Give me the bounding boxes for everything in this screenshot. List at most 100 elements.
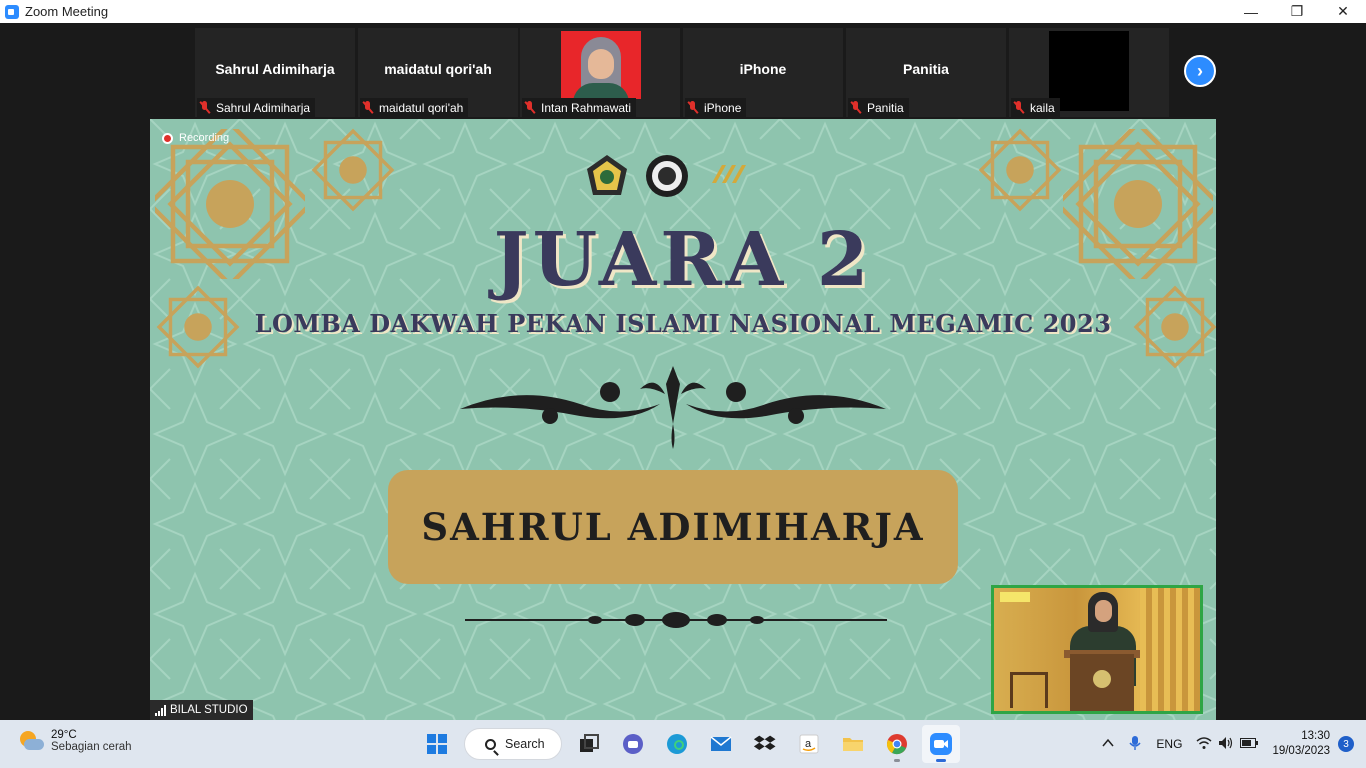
participant-label: iPhone bbox=[685, 98, 747, 117]
system-tray: ENG 13:30 19/03/2023 3 bbox=[1102, 720, 1366, 768]
participant-name: Panitia bbox=[867, 100, 904, 115]
participant-label: Panitia bbox=[848, 98, 909, 117]
speaker-name: BILAL STUDIO bbox=[170, 704, 248, 716]
edge-icon bbox=[667, 734, 687, 754]
zoom-icon bbox=[930, 733, 952, 755]
megamic-logo-icon bbox=[712, 165, 746, 183]
partly-sunny-icon bbox=[18, 728, 44, 754]
active-speaker-label: BILAL STUDIO bbox=[150, 700, 253, 720]
clock-date: 19/03/2023 bbox=[1272, 745, 1330, 757]
weather-temp: 29°C bbox=[51, 729, 77, 741]
taskbar-search[interactable]: Search bbox=[464, 728, 562, 760]
amazon-button[interactable]: a bbox=[790, 725, 828, 763]
restore-button[interactable]: ❐ bbox=[1274, 0, 1320, 23]
flourish-ornament-icon bbox=[460, 366, 886, 449]
show-hidden-icons-button[interactable] bbox=[1102, 737, 1114, 752]
zoom-app-icon bbox=[5, 4, 19, 19]
wifi-button[interactable] bbox=[1196, 736, 1212, 753]
battery-icon bbox=[1240, 738, 1259, 748]
close-button[interactable]: ✕ bbox=[1320, 0, 1366, 23]
clock[interactable]: 13:30 19/03/2023 bbox=[1272, 729, 1330, 759]
recording-icon bbox=[162, 132, 173, 144]
microphone-button[interactable] bbox=[1128, 735, 1142, 754]
winner-name: SAHRUL ADIMIHARJA bbox=[421, 505, 925, 549]
amazon-icon: a bbox=[799, 734, 819, 754]
participant-label: Intan Rahmawati bbox=[522, 98, 637, 117]
participant-name: kaila bbox=[1030, 100, 1055, 115]
chevron-right-icon: › bbox=[1197, 60, 1203, 81]
mail-icon bbox=[710, 736, 732, 751]
mail-button[interactable] bbox=[702, 725, 740, 763]
mic-muted-icon bbox=[1013, 101, 1025, 114]
participant-video bbox=[1049, 31, 1129, 111]
minimize-button[interactable]: — bbox=[1228, 0, 1274, 23]
recording-indicator[interactable]: Recording bbox=[162, 132, 229, 144]
participant-tile[interactable]: Intan Rahmawati bbox=[520, 28, 680, 117]
teams-chat-icon bbox=[623, 734, 643, 754]
participant-tile[interactable]: kaila bbox=[1009, 28, 1169, 117]
zoom-button[interactable] bbox=[922, 725, 960, 763]
participant-display-name: maidatul qori'ah bbox=[384, 61, 492, 77]
participant-label: kaila bbox=[1011, 98, 1060, 117]
weather-widget[interactable]: 29°C Sebagian cerah bbox=[18, 728, 132, 754]
participant-tile[interactable]: Panitia Panitia bbox=[846, 28, 1006, 117]
teams-chat-button[interactable] bbox=[614, 725, 652, 763]
next-participants-button[interactable]: › bbox=[1184, 55, 1216, 87]
dropbox-button[interactable] bbox=[746, 725, 784, 763]
speaker-icon bbox=[1219, 736, 1233, 749]
task-view-button[interactable] bbox=[570, 725, 608, 763]
notification-badge[interactable]: 3 bbox=[1338, 736, 1354, 752]
participant-name: Sahrul Adimiharja bbox=[216, 100, 311, 115]
recording-label: Recording bbox=[179, 132, 230, 144]
dropbox-icon bbox=[753, 735, 776, 750]
ministry-logo-icon bbox=[587, 155, 627, 195]
window-titlebar: Zoom Meeting — ❐ ✕ bbox=[0, 0, 1366, 23]
volume-button[interactable] bbox=[1218, 736, 1234, 753]
edge-button[interactable] bbox=[658, 725, 696, 763]
signal-bars-icon bbox=[155, 704, 166, 716]
mic-muted-icon bbox=[199, 101, 211, 114]
mic-muted-icon bbox=[850, 101, 862, 114]
participant-display-name: iPhone bbox=[739, 61, 787, 77]
mic-muted-icon bbox=[687, 101, 699, 114]
award-headline: JUARA 2 bbox=[493, 217, 873, 303]
event-subtitle: LOMBA DAKWAH PEKAN ISLAMI NASIONAL MEGAM… bbox=[254, 309, 1112, 338]
participant-display-name: Sahrul Adimiharja bbox=[215, 61, 335, 77]
participant-video bbox=[561, 31, 641, 99]
participant-display-name: Panitia bbox=[903, 61, 949, 77]
mic-muted-icon bbox=[362, 101, 374, 114]
task-view-icon bbox=[580, 734, 599, 752]
taskbar-apps: Search a bbox=[418, 725, 966, 763]
window-title: Zoom Meeting bbox=[25, 4, 109, 19]
start-button[interactable] bbox=[418, 725, 456, 763]
microphone-icon bbox=[1129, 735, 1141, 750]
windows-start-icon bbox=[427, 734, 447, 754]
battery-button[interactable] bbox=[1240, 737, 1259, 751]
search-icon bbox=[485, 738, 496, 750]
participant-name: iPhone bbox=[704, 100, 742, 115]
svg-text:a: a bbox=[805, 738, 812, 750]
language-indicator[interactable]: ENG bbox=[1156, 737, 1182, 751]
participant-label: maidatul qori'ah bbox=[360, 98, 469, 117]
chrome-button[interactable] bbox=[878, 725, 916, 763]
wifi-icon bbox=[1196, 736, 1212, 749]
folder-icon bbox=[843, 738, 863, 751]
window-controls: — ❐ ✕ bbox=[1228, 0, 1366, 23]
participant-tile[interactable]: Sahrul Adimiharja Sahrul Adimiharja bbox=[195, 28, 355, 117]
file-explorer-button[interactable] bbox=[834, 725, 872, 763]
mic-muted-icon bbox=[524, 101, 536, 114]
star-ornament-icon bbox=[311, 128, 395, 212]
divider-ornament-icon bbox=[465, 612, 887, 628]
chevron-up-icon bbox=[1102, 738, 1114, 746]
sponsor-logos bbox=[584, 153, 750, 199]
university-logo-icon bbox=[646, 155, 688, 197]
participant-name: Intan Rahmawati bbox=[541, 100, 632, 115]
presenter-video[interactable] bbox=[991, 585, 1203, 714]
shared-screen: Recording JUARA 2 LOMBA DAKWAH PEKAN ISL… bbox=[150, 119, 1216, 720]
participant-tile[interactable]: maidatul qori'ah maidatul qori'ah bbox=[358, 28, 518, 117]
windows-taskbar: 29°C Sebagian cerah Search a ENG 13:30 1… bbox=[0, 720, 1366, 768]
participant-tile[interactable]: iPhone iPhone bbox=[683, 28, 843, 117]
winner-name-box: SAHRUL ADIMIHARJA bbox=[388, 470, 958, 584]
participant-label: Sahrul Adimiharja bbox=[197, 98, 316, 117]
clock-time: 13:30 bbox=[1301, 730, 1330, 742]
